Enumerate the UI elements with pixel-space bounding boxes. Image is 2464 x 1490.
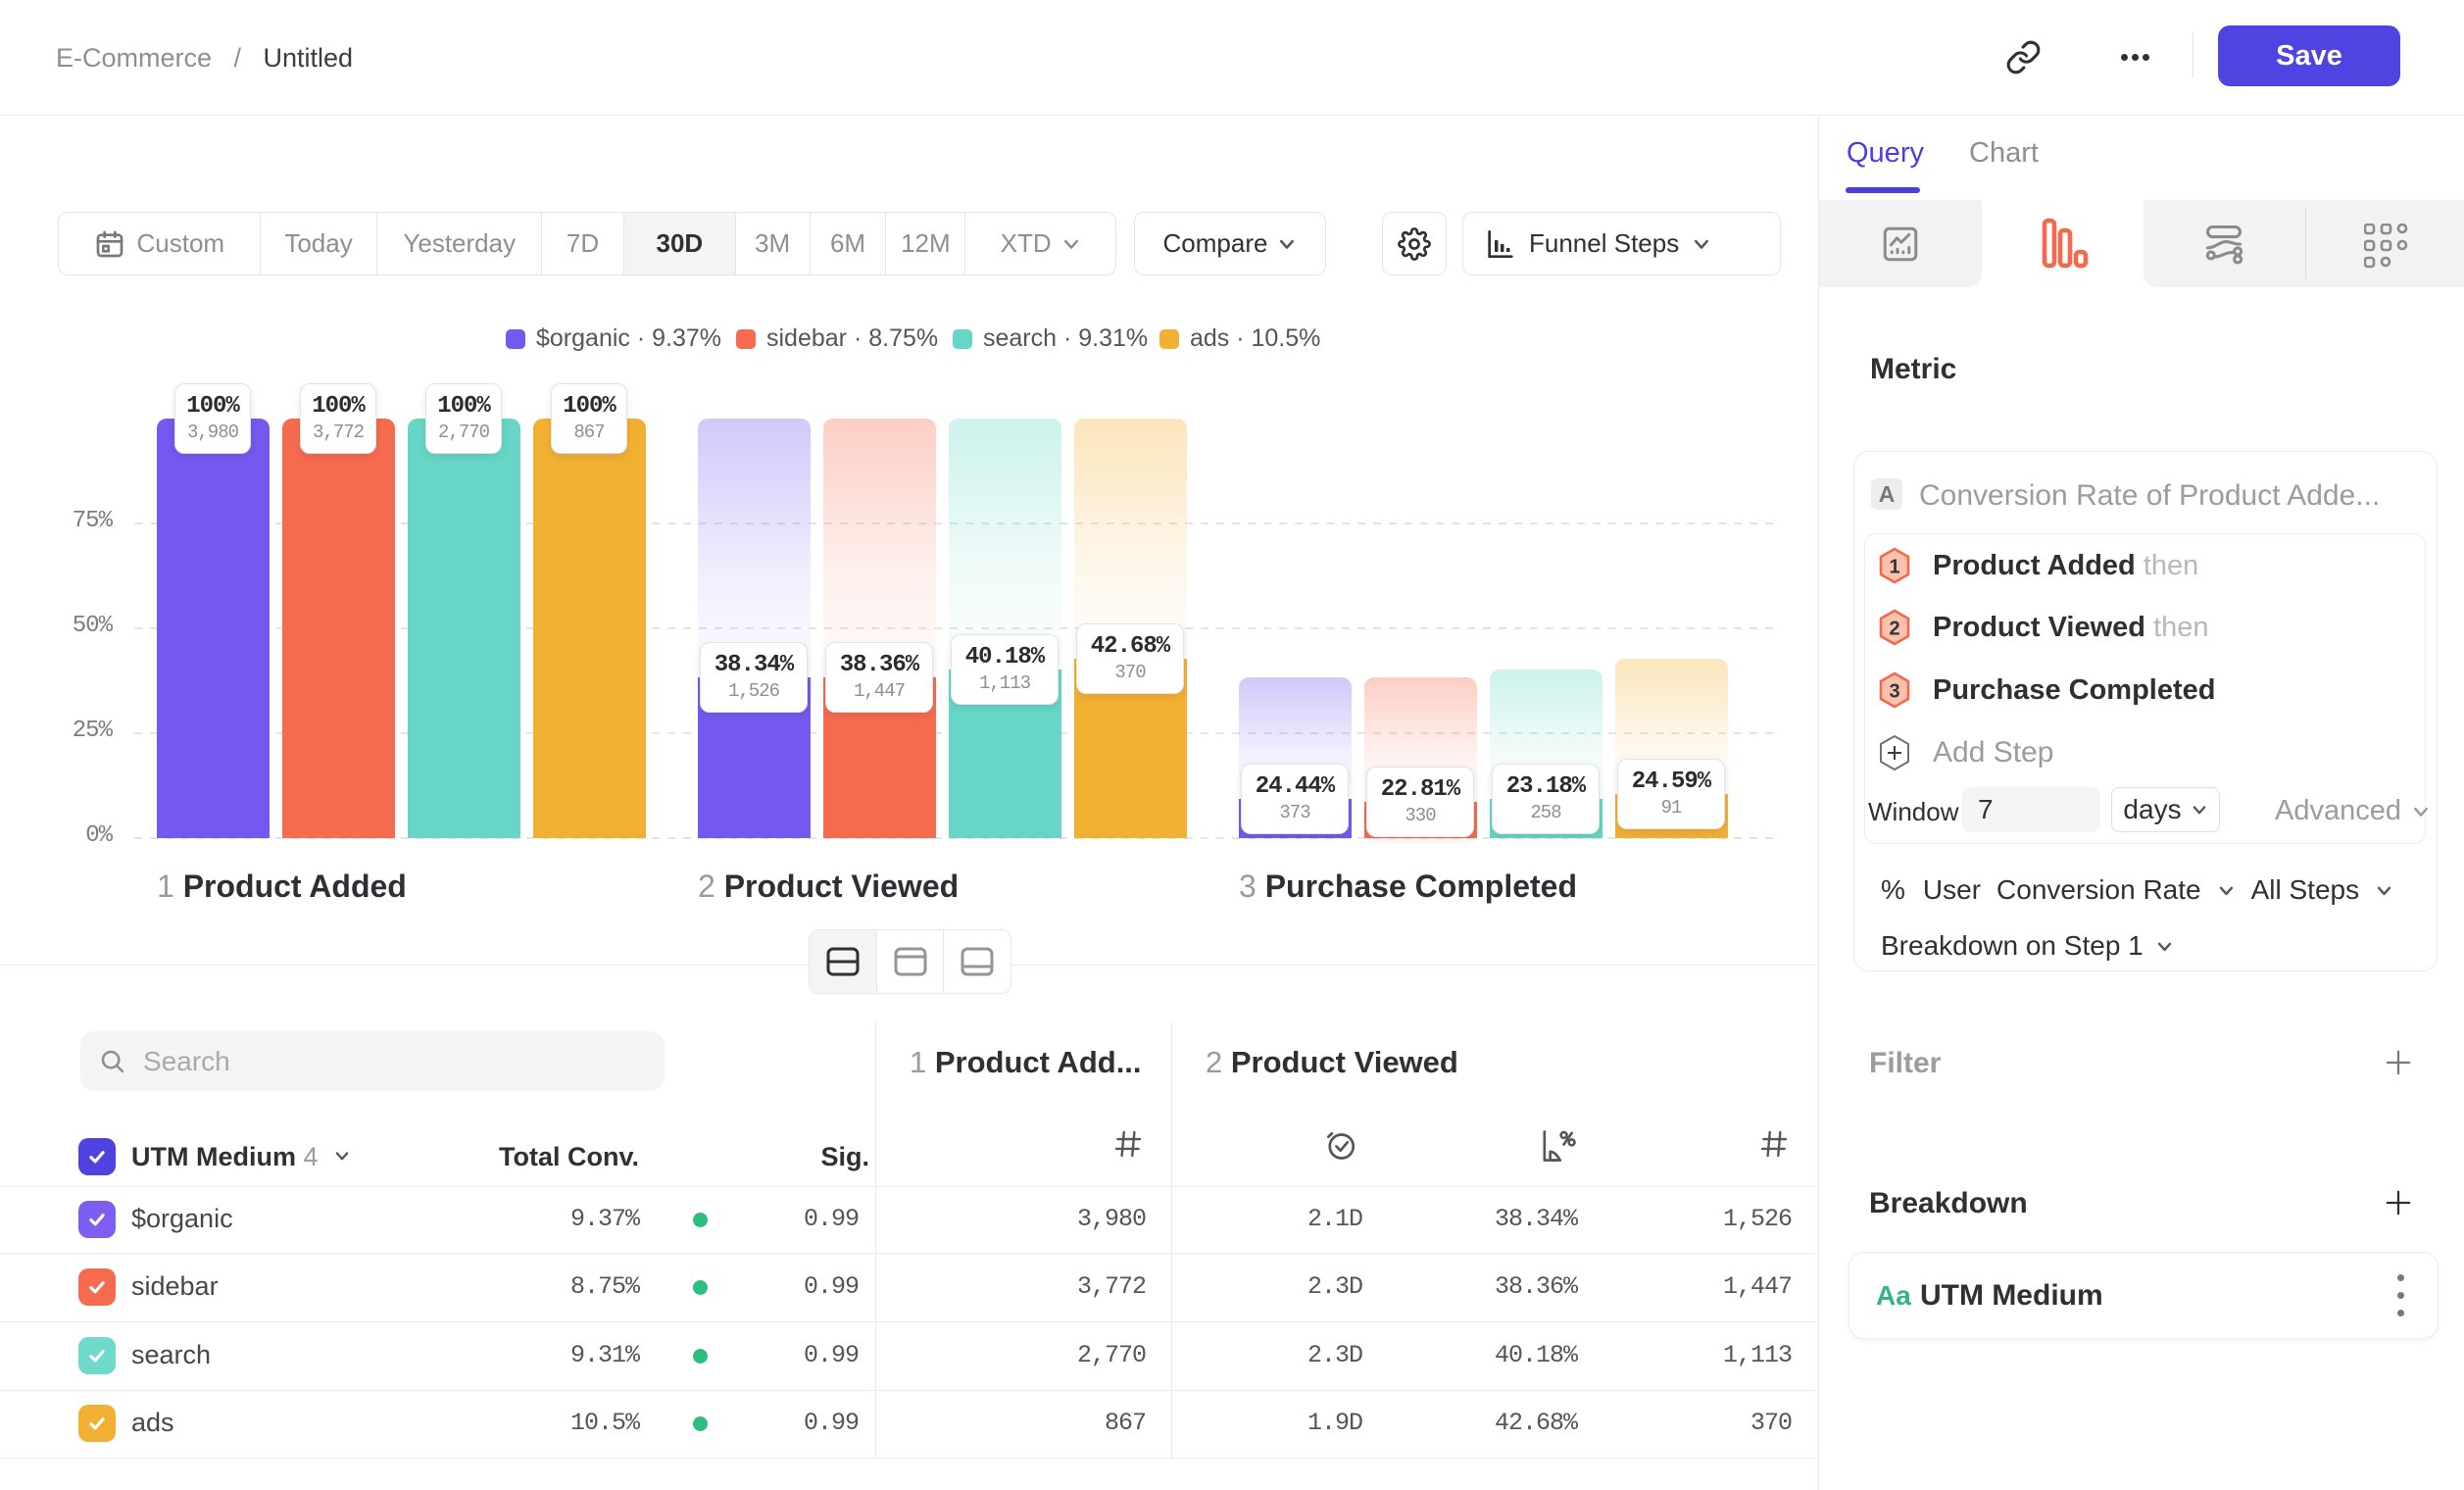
svg-text:3: 3 [1889, 681, 1899, 703]
svg-text:1: 1 [1889, 557, 1899, 578]
svg-text:2: 2 [1889, 619, 1899, 640]
